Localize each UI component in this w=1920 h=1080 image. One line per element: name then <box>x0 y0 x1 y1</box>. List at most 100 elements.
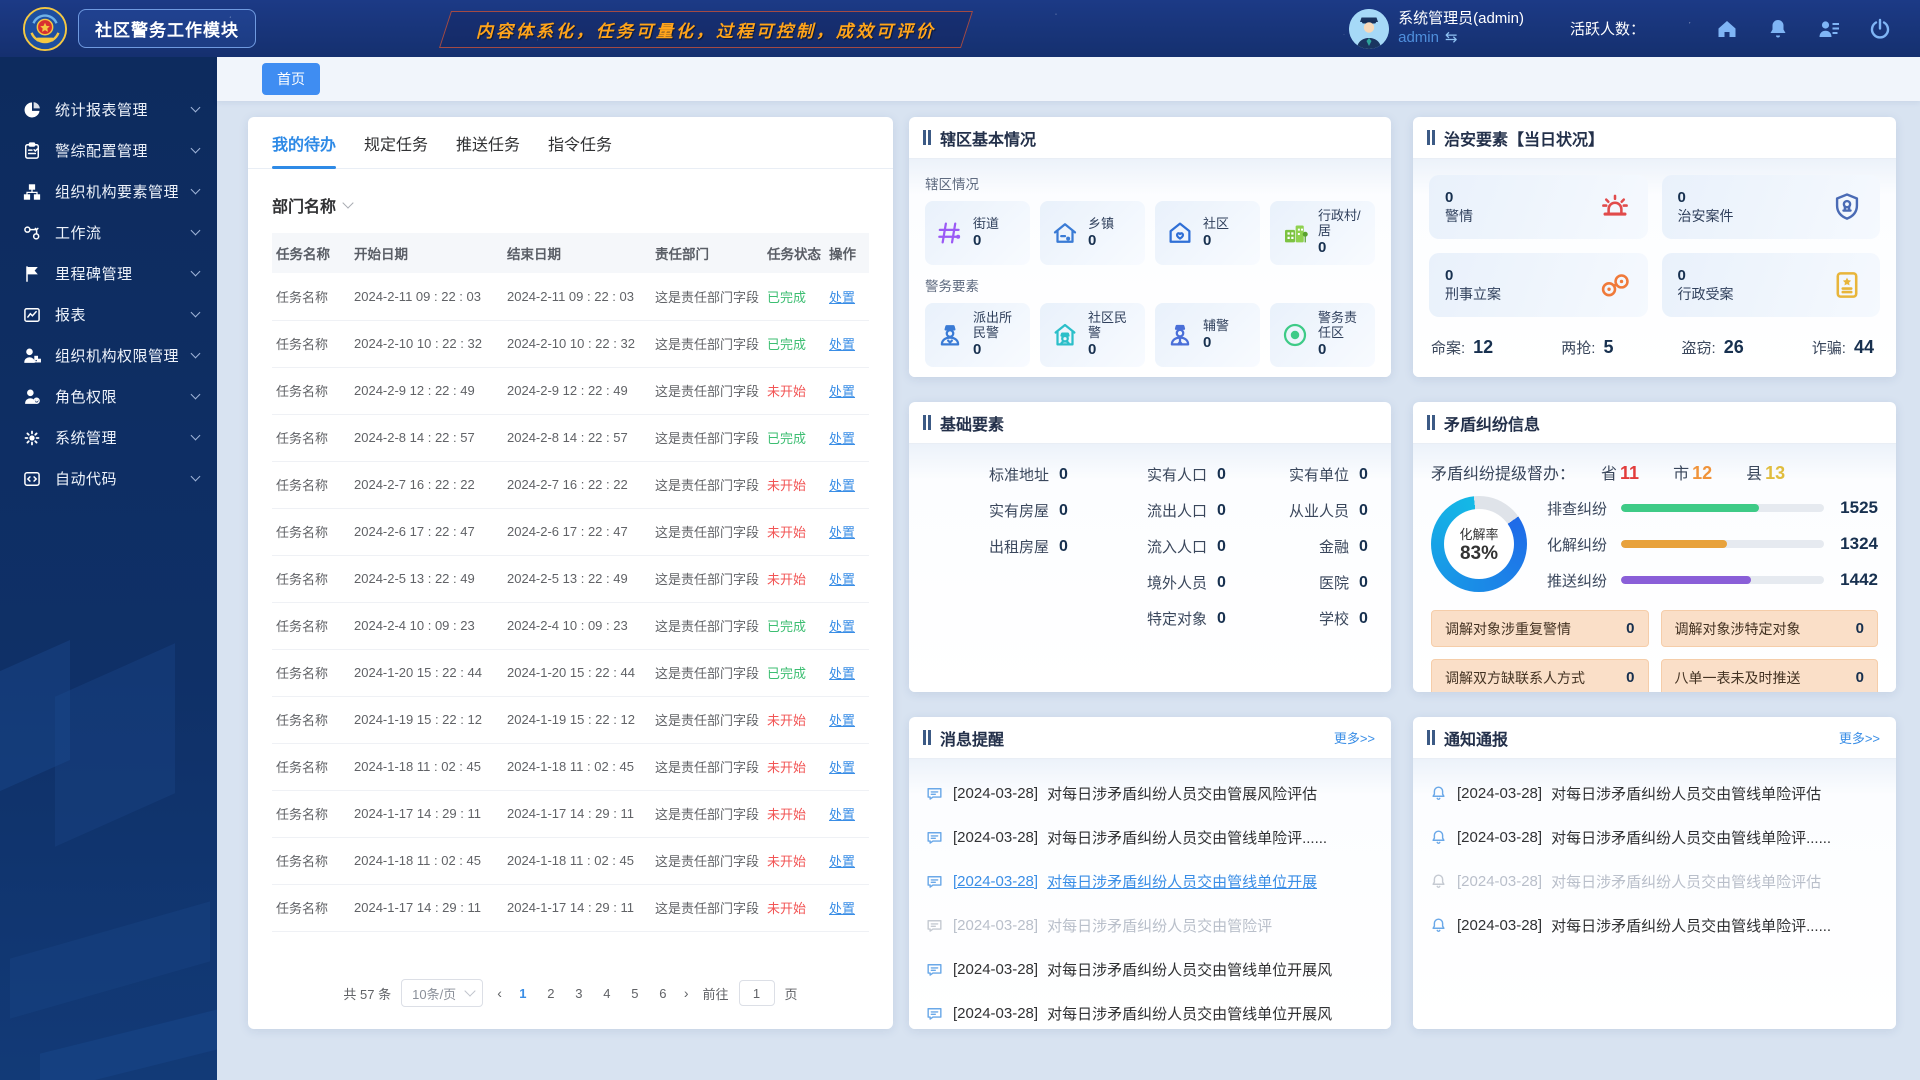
bar-label: 推送纠纷 <box>1547 570 1611 591</box>
notice-item[interactable]: [2024-03-28] 对每日涉矛盾纠纷人员交由管线单险评...... <box>1429 815 1880 859</box>
security-tile[interactable]: 0 警情 <box>1429 175 1648 239</box>
cell-end-date: 2024-2-5 13 : 22 : 49 <box>503 555 651 602</box>
dispose-link[interactable]: 处置 <box>829 572 855 587</box>
dispute-chip[interactable]: 调解对象涉重复警情 0 <box>1431 610 1649 647</box>
notice-item[interactable]: [2024-03-28] 对每日涉矛盾纠纷人员交由管线单险评估 <box>1429 859 1880 903</box>
page-unit-label: 页 <box>785 984 798 1003</box>
cell-start-date: 2024-1-19 15 : 22 : 12 <box>350 696 503 743</box>
message-item[interactable]: [2024-03-28] 对每日涉矛盾纠纷人员交由管线单位开展 <box>925 859 1375 903</box>
dispute-chip[interactable]: 调解对象涉特定对象 0 <box>1661 610 1879 647</box>
dispose-link[interactable]: 处置 <box>829 290 855 305</box>
next-page-button[interactable]: › <box>680 985 693 1001</box>
power-logout-icon[interactable] <box>1868 17 1892 41</box>
dispose-link[interactable]: 处置 <box>829 760 855 775</box>
cell-end-date: 2024-2-4 10 : 09 : 23 <box>503 602 651 649</box>
page-number[interactable]: 5 <box>628 986 642 1001</box>
stat-tile[interactable]: 派出所民警 0 <box>925 303 1030 367</box>
dispose-link[interactable]: 处置 <box>829 666 855 681</box>
security-tile[interactable]: 0 行政受案 <box>1662 253 1881 317</box>
dispose-link[interactable]: 处置 <box>829 807 855 822</box>
col-status: 任务状态 <box>763 233 825 273</box>
dispose-link[interactable]: 处置 <box>829 619 855 634</box>
stat-tile[interactable]: 社区民警 0 <box>1040 303 1145 367</box>
dispose-link[interactable]: 处置 <box>829 713 855 728</box>
page-number[interactable]: 6 <box>656 986 670 1001</box>
contacts-icon[interactable] <box>1817 17 1841 41</box>
notice-item[interactable]: [2024-03-28] 对每日涉矛盾纠纷人员交由管线单险评估 <box>1429 771 1880 815</box>
goto-page-input[interactable] <box>739 980 775 1006</box>
stat-tile[interactable]: 乡镇 0 <box>1040 201 1145 265</box>
stat-tile[interactable]: 辅警 0 <box>1155 303 1260 367</box>
page-number[interactable]: 2 <box>544 986 558 1001</box>
home-icon[interactable] <box>1715 17 1739 41</box>
security-value: 0 <box>1445 267 1501 284</box>
more-link[interactable]: 更多>> <box>1839 728 1880 747</box>
dispose-link[interactable]: 处置 <box>829 337 855 352</box>
dispute-chip[interactable]: 调解双方缺联系人方式 0 <box>1431 659 1649 692</box>
stat-tile[interactable]: 社区 0 <box>1155 201 1260 265</box>
task-tab[interactable]: 推送任务 <box>456 117 520 169</box>
security-tile[interactable]: 0 刑事立案 <box>1429 253 1648 317</box>
dispose-link[interactable]: 处置 <box>829 431 855 446</box>
sidebar-item[interactable]: 统计报表管理 <box>0 89 217 130</box>
page-size-select[interactable]: 10条/页 <box>401 979 483 1007</box>
status-badge: 已完成 <box>767 619 806 634</box>
more-link[interactable]: 更多>> <box>1334 728 1375 747</box>
dispose-link[interactable]: 处置 <box>829 478 855 493</box>
sidebar-item[interactable]: 组织机构要素管理 <box>0 171 217 212</box>
dispose-link[interactable]: 处置 <box>829 901 855 916</box>
department-filter-label[interactable]: 部门名称 <box>272 193 336 217</box>
sidebar-item[interactable]: 里程碑管理 <box>0 253 217 294</box>
basic-value: 0 <box>1359 538 1373 556</box>
sidebar-item[interactable]: 工作流 <box>0 212 217 253</box>
escalation-stat: 市 12 <box>1673 460 1712 484</box>
page-number[interactable]: 1 <box>516 986 530 1001</box>
panel-title: 辖区基本情况 <box>923 126 1036 150</box>
page-number[interactable]: 3 <box>572 986 586 1001</box>
task-tab[interactable]: 规定任务 <box>364 117 428 169</box>
sidebar-item[interactable]: 组织机构权限管理 <box>0 335 217 376</box>
app-title: 社区警务工作模块 <box>78 9 256 48</box>
dispose-link[interactable]: 处置 <box>829 384 855 399</box>
status-badge: 已完成 <box>767 337 806 352</box>
notice-item[interactable]: [2024-03-28] 对每日涉矛盾纠纷人员交由管线单险评...... <box>1429 903 1880 947</box>
message-item[interactable]: [2024-03-28] 对每日涉矛盾纠纷人员交由管险评 <box>925 903 1375 947</box>
chevron-down-icon[interactable] <box>342 197 353 208</box>
sidebar-item[interactable]: 角色权限 <box>0 376 217 417</box>
stat-tile[interactable]: 行政村/居 0 <box>1270 201 1375 265</box>
prev-page-button[interactable]: ‹ <box>493 985 506 1001</box>
task-tab[interactable]: 指令任务 <box>548 117 612 169</box>
page-number[interactable]: 4 <box>600 986 614 1001</box>
dispose-link[interactable]: 处置 <box>829 525 855 540</box>
donut-label: 化解率 <box>1459 524 1498 543</box>
tab-home[interactable]: 首页 <box>262 63 320 95</box>
sidebar-item-label: 里程碑管理 <box>55 263 192 284</box>
dispute-chip[interactable]: 八单一表未及时推送 0 <box>1661 659 1879 692</box>
bar-value: 1525 <box>1834 498 1878 518</box>
status-badge: 已完成 <box>767 290 806 305</box>
status-badge: 未开始 <box>767 525 806 540</box>
status-badge: 未开始 <box>767 478 806 493</box>
notice-date: [2024-03-28] <box>1457 873 1542 890</box>
stat-tile[interactable]: 警务责任区 0 <box>1270 303 1375 367</box>
message-item[interactable]: [2024-03-28] 对每日涉矛盾纠纷人员交由管线单险评...... <box>925 815 1375 859</box>
user-avatar[interactable] <box>1349 9 1389 49</box>
message-item[interactable]: [2024-03-28] 对每日涉矛盾纠纷人员交由管线单位开展风 <box>925 991 1375 1029</box>
crime-label: 命案: <box>1431 337 1465 358</box>
basic-stat: 实有房屋 0 <box>927 500 1073 521</box>
sidebar-item[interactable]: 报表 <box>0 294 217 335</box>
cell-task-name: 任务名称 <box>272 696 350 743</box>
sidebar-item[interactable]: 系统管理 <box>0 417 217 458</box>
message-item[interactable]: [2024-03-28] 对每日涉矛盾纠纷人员交由管展风险评估 <box>925 771 1375 815</box>
message-item[interactable]: [2024-03-28] 对每日涉矛盾纠纷人员交由管线单位开展风 <box>925 947 1375 991</box>
notifications-bell-icon[interactable] <box>1766 17 1790 41</box>
task-tab[interactable]: 我的待办 <box>272 117 336 169</box>
dispose-link[interactable]: 处置 <box>829 854 855 869</box>
security-tile[interactable]: 0 治安案件 <box>1662 175 1881 239</box>
stat-tile[interactable]: 街道 0 <box>925 201 1030 265</box>
username[interactable]: admin <box>1398 29 1439 48</box>
switch-user-icon[interactable]: ⇆ <box>1445 29 1458 48</box>
sidebar-item[interactable]: 自动代码 <box>0 458 217 499</box>
sidebar-item[interactable]: 警综配置管理 <box>0 130 217 171</box>
panel-title: 治安要素【当日状况】 <box>1427 126 1604 150</box>
